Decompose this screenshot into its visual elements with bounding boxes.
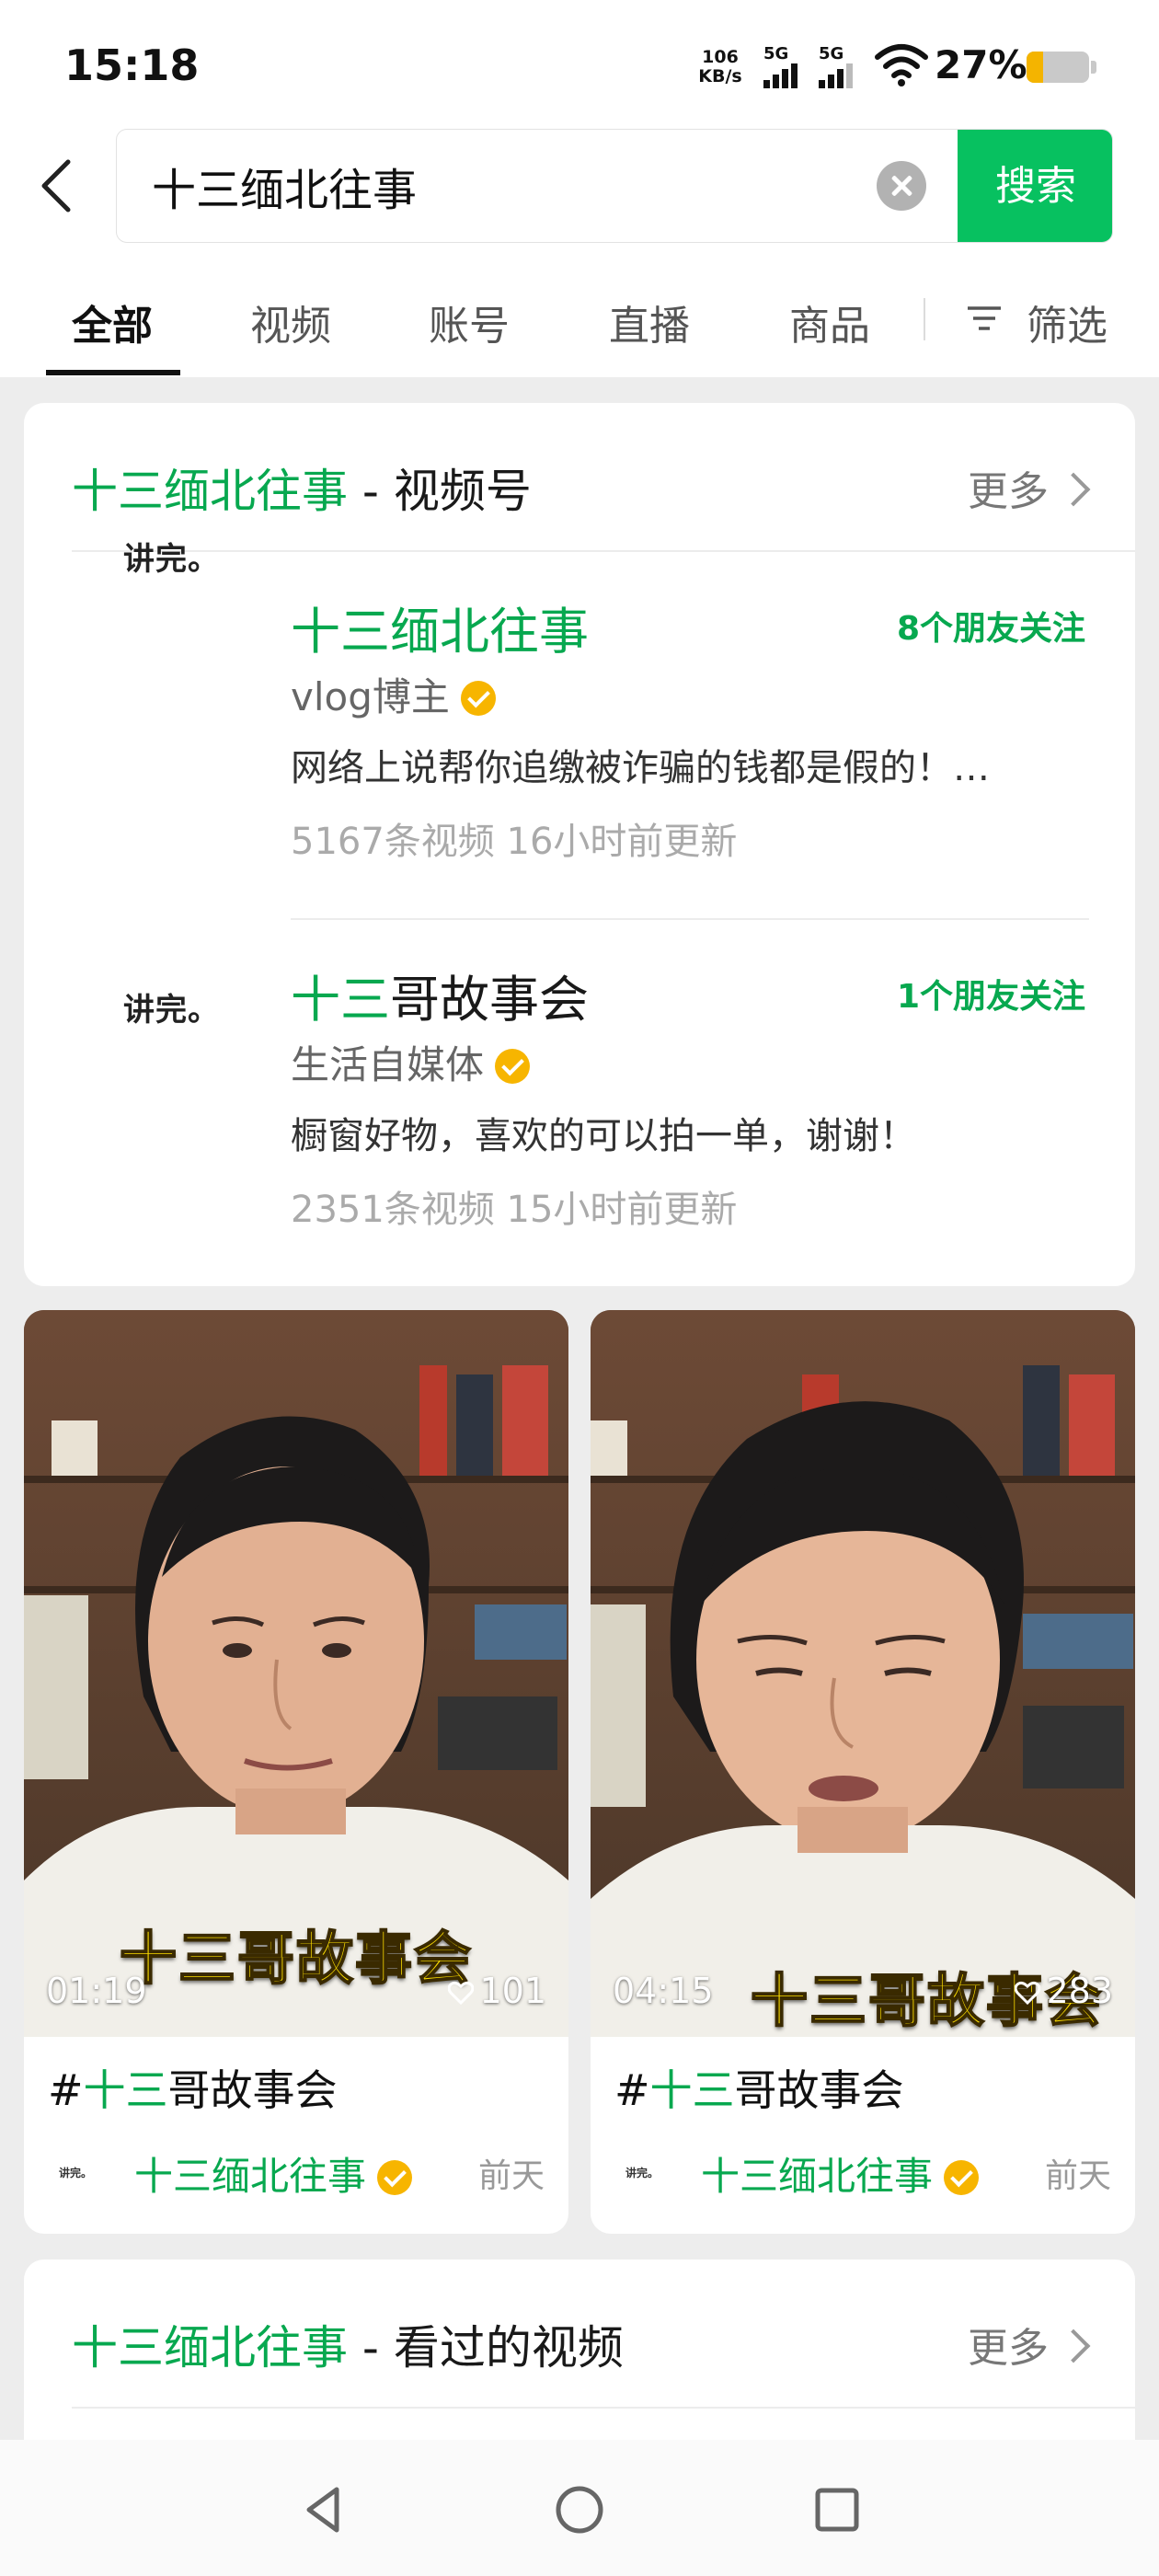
system-nav-bar: [0, 2440, 1159, 2576]
account-type: vlog博主: [291, 666, 496, 722]
tab-all[interactable]: 全部: [72, 293, 153, 351]
more-channels-link[interactable]: 更多: [968, 458, 1091, 517]
network-speed: 106 KB/s: [697, 48, 743, 86]
video-card[interactable]: 十三哥故事会 01:19 101 #十三哥故事会 讲完。 十三缅北往事 前天: [24, 1310, 568, 2234]
search-button[interactable]: 搜索: [958, 130, 1112, 242]
video-author[interactable]: 讲完。 十三缅北往事 前天: [614, 2145, 1111, 2201]
chevron-left-icon[interactable]: [35, 156, 81, 215]
video-thumbnail[interactable]: 十三哥故事会 04:15 283: [591, 1310, 1135, 2037]
account-avatar: 讲完。: [123, 992, 220, 1029]
account-stats: 5167条视频 16小时前更新: [291, 821, 738, 863]
account-type: 生活自媒体: [291, 1034, 531, 1090]
heart-icon: [1015, 1981, 1041, 2005]
search-header: 十三缅北往事 搜索: [0, 129, 1159, 245]
friends-following: 1个朋友关注: [896, 978, 1085, 1016]
battery-percent: 27%: [935, 42, 1027, 87]
friends-following: 8个朋友关注: [896, 610, 1085, 648]
video-thumbnail[interactable]: 十三哥故事会 01:19 101: [24, 1310, 568, 2037]
tab-videos[interactable]: 视频: [250, 293, 331, 351]
video-duration: 01:19: [46, 1971, 147, 2011]
section-title-suffix: - 视频号: [348, 465, 532, 518]
author-avatar: 讲完。: [58, 2167, 92, 2179]
tab-divider: [924, 298, 925, 340]
divider: [72, 2407, 1135, 2409]
status-time: 15:18: [64, 40, 200, 90]
tab-products[interactable]: 商品: [789, 293, 870, 351]
author-avatar: 讲完。: [625, 2167, 659, 2179]
filter-label: 筛选: [1027, 303, 1107, 350]
search-bar: 十三缅北往事 搜索: [116, 129, 1113, 243]
network-speed-value: 106: [702, 47, 739, 67]
section-title-keyword: 十三缅北往事: [72, 465, 348, 518]
heart-icon: [448, 1981, 475, 2005]
sim1-label: 5G: [763, 44, 789, 63]
nav-back-icon[interactable]: [294, 2480, 353, 2539]
video-date: 前天: [477, 2157, 545, 2195]
video-title: #十三哥故事会: [48, 2065, 338, 2115]
verified-badge-icon: [495, 1049, 531, 1084]
close-circle-icon[interactable]: [877, 161, 926, 211]
video-author[interactable]: 讲完。 十三缅北往事 前天: [48, 2145, 545, 2201]
search-input[interactable]: 十三缅北往事: [152, 154, 417, 218]
filter-icon: [968, 306, 1001, 330]
more-watched-link[interactable]: 更多: [968, 2315, 1091, 2374]
account-item[interactable]: 讲完。 十三缅北往事 8个朋友关注 vlog博主 网络上说帮你追缴被诈骗的钱都是…: [24, 541, 1135, 900]
verified-badge-icon: [377, 2160, 413, 2195]
nav-home-icon[interactable]: [550, 2480, 609, 2539]
section-title-suffix: - 看过的视频: [348, 2321, 624, 2375]
verified-badge-icon: [944, 2160, 980, 2195]
video-likes: 101: [448, 1971, 546, 2011]
section-title-keyword: 十三缅北往事: [72, 2321, 348, 2375]
video-duration: 04:15: [613, 1971, 714, 2011]
chevron-right-icon: [1056, 2329, 1091, 2363]
nav-recents-icon[interactable]: [808, 2480, 866, 2539]
more-label: 更多: [968, 2325, 1049, 2372]
video-date: 前天: [1044, 2157, 1111, 2195]
network-speed-unit: KB/s: [698, 66, 742, 86]
result-tabs: 全部 视频 账号 直播 商品 筛选: [0, 245, 1159, 377]
account-name: 十三哥故事会: [291, 971, 589, 1029]
video-card[interactable]: 十三哥故事会 04:15 283 #十三哥故事会 讲完。 十三缅北往事 前天: [591, 1310, 1135, 2234]
more-label: 更多: [968, 468, 1049, 515]
battery-icon: [1027, 52, 1089, 83]
status-bar: 15:18 106 KB/s 5G 5G 27%: [0, 0, 1159, 129]
account-avatar: 讲完。: [123, 541, 220, 578]
account-description: 橱窗好物，喜欢的可以拍一单，谢谢！: [291, 1115, 916, 1157]
section-title: 十三缅北往事 - 看过的视频: [72, 2311, 624, 2377]
video-likes: 283: [1015, 1971, 1113, 2011]
author-name: 十三缅北往事: [134, 2145, 413, 2202]
account-item[interactable]: 讲完。 十三哥故事会 1个朋友关注 生活自媒体 橱窗好物，喜欢的可以拍一单，谢谢…: [24, 918, 1135, 1268]
author-name: 十三缅北往事: [701, 2145, 980, 2202]
account-name: 十三缅北往事: [291, 603, 589, 661]
chevron-right-icon: [1056, 472, 1091, 507]
tab-accounts[interactable]: 账号: [429, 293, 510, 351]
video-title: #十三哥故事会: [614, 2065, 904, 2115]
verified-badge-icon: [460, 681, 496, 716]
active-tab-indicator: [46, 370, 180, 375]
sim2-label: 5G: [819, 44, 844, 63]
section-title: 十三缅北往事 - 视频号: [72, 454, 532, 521]
tab-live[interactable]: 直播: [609, 293, 690, 351]
wifi-icon: [875, 44, 928, 86]
account-description: 网络上说帮你追缴被诈骗的钱都是假的！…: [291, 747, 990, 789]
account-stats: 2351条视频 15小时前更新: [291, 1189, 738, 1231]
channel-results-card: 十三缅北往事 - 视频号 更多 讲完。 十三缅北往事 8个朋友关注 vlog博主…: [24, 403, 1135, 1286]
